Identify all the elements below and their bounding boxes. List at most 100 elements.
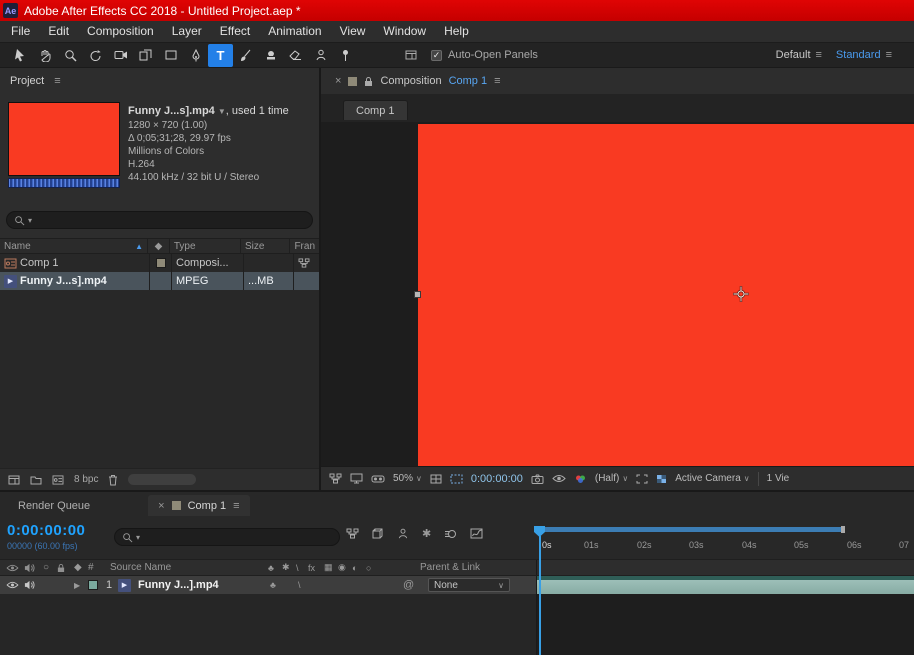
current-timecode[interactable]: 0:00:00:00: [7, 522, 85, 539]
composition-viewer[interactable]: [321, 122, 914, 466]
workspace-standard-menu-icon[interactable]: ≡: [886, 49, 892, 61]
view-layout-dropdown[interactable]: 1 Vie: [767, 473, 790, 484]
collapse-switch-icon[interactable]: ✱: [282, 560, 290, 575]
layer-track[interactable]: [536, 576, 914, 594]
menu-help[interactable]: Help: [435, 21, 478, 42]
project-tab-label[interactable]: Project: [10, 75, 44, 87]
magnification-dropdown[interactable]: 50% ∨: [393, 473, 422, 484]
timeline-empty-track[interactable]: [536, 594, 914, 655]
layer-shy-switch[interactable]: ♣: [270, 576, 276, 594]
workspace-standard[interactable]: Standard: [836, 49, 881, 61]
lock-icon[interactable]: [364, 76, 373, 87]
lock-icon[interactable]: [57, 560, 65, 575]
pen-tool[interactable]: [183, 44, 208, 67]
project-search-input[interactable]: ▾: [6, 211, 313, 229]
parent-link-dropdown[interactable]: None ∨: [428, 578, 510, 592]
close-icon[interactable]: ×: [158, 500, 164, 512]
footage-thumbnail[interactable]: [8, 102, 120, 176]
graph-editor-icon[interactable]: [470, 528, 483, 539]
trash-icon[interactable]: [108, 474, 118, 486]
zoom-tool[interactable]: [58, 44, 83, 67]
layer-expander-icon[interactable]: ▶: [74, 576, 80, 594]
active-comp-name[interactable]: Comp 1: [449, 75, 488, 87]
frame-blending-icon[interactable]: ✱: [422, 527, 431, 540]
viewer-timecode[interactable]: 0:00:00:00: [471, 473, 523, 485]
layer-number-column[interactable]: #: [88, 560, 94, 575]
work-area-end-handle[interactable]: [841, 526, 845, 533]
timeline-search-input[interactable]: ▾: [114, 528, 340, 546]
clone-stamp-tool[interactable]: [258, 44, 283, 67]
playhead-line[interactable]: [539, 536, 541, 655]
mask-visibility-icon[interactable]: [450, 474, 463, 484]
vr-goggles-icon[interactable]: [371, 475, 385, 483]
grid-guides-icon[interactable]: [430, 474, 442, 484]
label-column-icon[interactable]: ◆: [74, 560, 82, 575]
mini-flowchart-icon[interactable]: [346, 528, 359, 539]
mini-flowchart-icon[interactable]: [329, 473, 342, 484]
panel-menu-icon[interactable]: ≡: [233, 500, 239, 512]
interpret-footage-icon[interactable]: [8, 475, 20, 485]
menu-effect[interactable]: Effect: [211, 21, 259, 42]
snapshot-camera-icon[interactable]: [531, 474, 544, 484]
parent-pickwhip-icon[interactable]: @: [403, 576, 414, 594]
source-name-column[interactable]: Source Name: [110, 560, 171, 575]
project-row-comp1[interactable]: Comp 1 Composi...: [0, 254, 319, 272]
project-row-footage[interactable]: ▶ Funny J...s].mp4 MPEG ...MB: [0, 272, 319, 290]
chevron-down-icon[interactable]: ▼: [218, 107, 226, 116]
label-color-swatch[interactable]: [155, 258, 166, 268]
motion-blur-icon[interactable]: [444, 529, 457, 539]
eraser-tool[interactable]: [283, 44, 308, 67]
type-tool[interactable]: T: [208, 43, 233, 67]
workspace-default-menu-icon[interactable]: ≡: [816, 49, 822, 61]
layer-name[interactable]: Funny J...].mp4: [138, 576, 219, 594]
tab-comp1[interactable]: × Comp 1 ≡: [148, 495, 250, 516]
rotation-tool[interactable]: [83, 44, 108, 67]
panel-menu-icon[interactable]: ≡: [54, 75, 60, 87]
selection-tool[interactable]: [8, 44, 33, 67]
puppet-pin-tool[interactable]: [333, 44, 358, 67]
layer-label-swatch[interactable]: [88, 576, 98, 594]
layer-edge-handle[interactable]: [414, 291, 421, 298]
3d-switch-icon[interactable]: ○: [366, 560, 371, 575]
footage-name[interactable]: Funny J...s].mp4: [128, 105, 215, 117]
column-label-color[interactable]: ◆: [148, 239, 170, 253]
show-snapshot-eye-icon[interactable]: [552, 474, 566, 483]
menu-animation[interactable]: Animation: [259, 21, 330, 42]
brush-tool[interactable]: [233, 44, 258, 67]
new-composition-icon[interactable]: [52, 474, 64, 485]
adjustment-switch-icon[interactable]: ◐: [352, 560, 357, 575]
viewer-tab-comp1[interactable]: Comp 1: [343, 100, 408, 120]
resolution-dropdown[interactable]: (Half) ∨: [595, 473, 628, 484]
effects-switch-icon[interactable]: fx: [308, 560, 315, 575]
search-options-caret-icon[interactable]: ▾: [28, 216, 32, 225]
transparency-grid-icon[interactable]: [656, 474, 667, 484]
menu-edit[interactable]: Edit: [39, 21, 78, 42]
workspace-default[interactable]: Default: [776, 49, 811, 61]
menu-composition[interactable]: Composition: [78, 21, 163, 42]
menu-layer[interactable]: Layer: [163, 21, 211, 42]
column-name[interactable]: Name ▲: [0, 239, 149, 253]
speaker-icon[interactable]: [24, 560, 35, 575]
hand-tool[interactable]: [33, 44, 58, 67]
region-of-interest-icon[interactable]: [636, 474, 648, 484]
comp-canvas[interactable]: [418, 124, 914, 466]
layer-duration-bar[interactable]: [537, 576, 914, 594]
layer-quality-switch[interactable]: \: [298, 576, 301, 594]
monitor-icon[interactable]: [350, 473, 363, 484]
footer-pill-control[interactable]: [128, 474, 197, 485]
channels-rgb-icon[interactable]: [574, 474, 587, 484]
solo-icon[interactable]: ○: [43, 560, 49, 575]
parent-link-column[interactable]: Parent & Link: [420, 560, 480, 575]
eye-icon[interactable]: [6, 560, 19, 575]
column-type[interactable]: Type: [170, 239, 241, 253]
project-bit-depth[interactable]: 8 bpc: [74, 474, 98, 485]
pan-behind-tool[interactable]: [133, 44, 158, 67]
menu-file[interactable]: File: [2, 21, 39, 42]
composition-panel-label[interactable]: Composition: [380, 75, 441, 87]
panel-menu-icon[interactable]: ≡: [494, 75, 500, 87]
work-area-bar[interactable]: [536, 527, 845, 532]
quality-switch-icon[interactable]: \: [296, 560, 299, 575]
hide-shy-layers-icon[interactable]: [397, 528, 409, 539]
new-folder-icon[interactable]: [30, 475, 42, 485]
layer-eye-icon[interactable]: [6, 576, 19, 594]
